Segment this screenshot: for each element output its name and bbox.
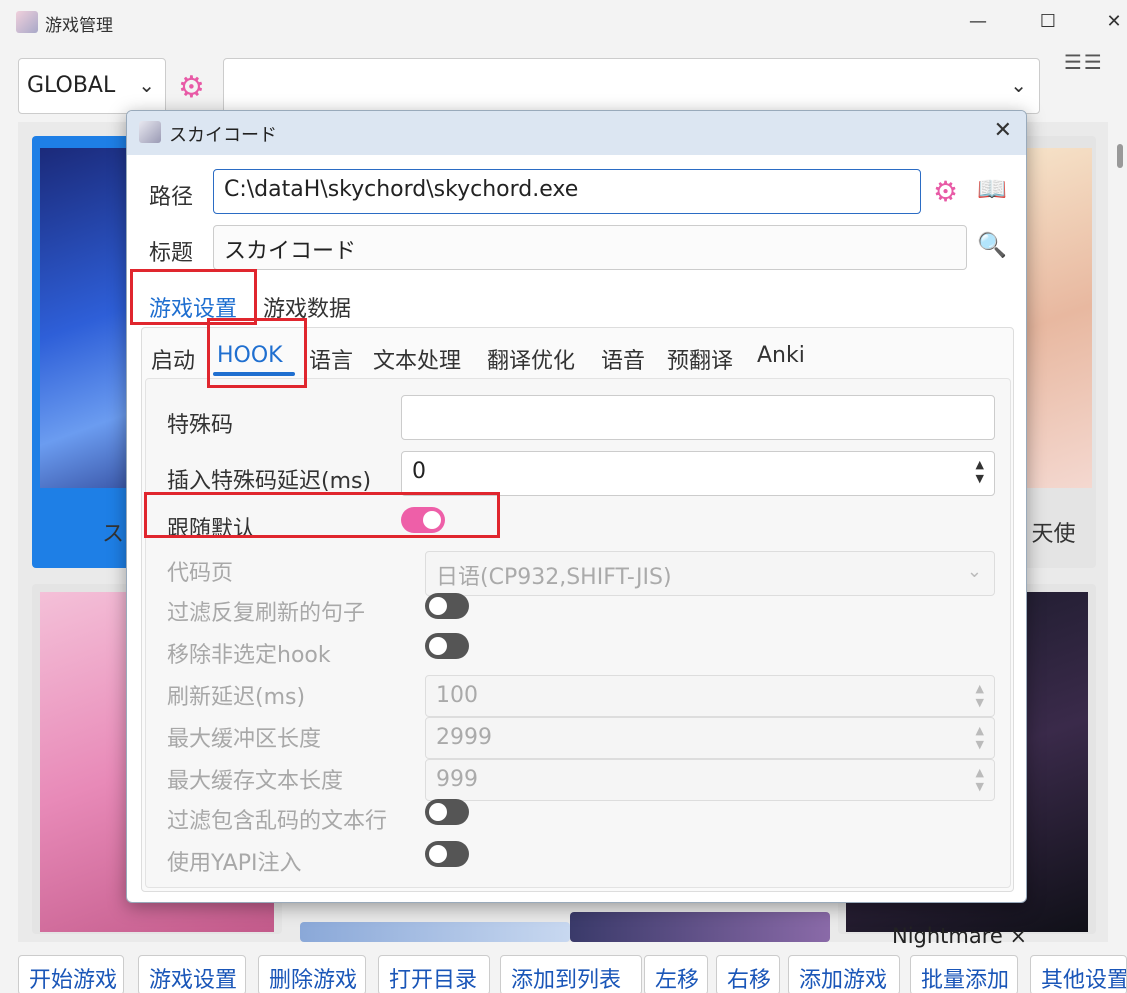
special-code-label: 特殊码 (167, 413, 234, 438)
dialog-app-icon (139, 121, 161, 143)
tab-pretranslate[interactable]: 预翻译 (667, 343, 733, 375)
highlight-box-game-settings-tab (130, 269, 257, 325)
add-game-button[interactable]: 添加游戏 (788, 955, 900, 993)
yapi-inject-label: 使用YAPI注入 (167, 851, 302, 876)
game-cover-image (570, 912, 830, 942)
filter-repeat-toggle[interactable] (425, 593, 469, 619)
yapi-inject-toggle[interactable] (425, 841, 469, 867)
search-icon[interactable]: 🔍 (977, 231, 1007, 259)
codepage-label: 代码页 (167, 561, 234, 586)
game-cover-image (300, 922, 570, 942)
codepage-select[interactable]: 日语(CP932,SHIFT-JIS) ⌄ (425, 551, 995, 596)
title-label: 标题 (149, 241, 194, 266)
spin-arrows-icon[interactable]: ▲ ▼ (976, 458, 984, 486)
dialog-titlebar: スカイコード ✕ (127, 111, 1026, 155)
open-folder-button[interactable]: 打开目录 (378, 955, 490, 993)
spin-arrows-icon: ▲ ▼ (975, 682, 984, 709)
game-cover-image (1022, 148, 1092, 488)
start-game-button[interactable]: 开始游戏 (18, 955, 124, 993)
gear-icon[interactable]: ⚙ (178, 70, 205, 105)
highlight-box-follow-default (144, 492, 500, 538)
filter-garbled-toggle[interactable] (425, 799, 469, 825)
refresh-delay-spinbox[interactable]: 100 ▲ ▼ (425, 675, 995, 717)
move-left-button[interactable]: 左移 (644, 955, 708, 993)
filter-repeat-label: 过滤反复刷新的句子 (167, 601, 366, 626)
delete-game-button[interactable]: 删除游戏 (258, 955, 366, 993)
batch-add-button[interactable]: 批量添加 (910, 955, 1018, 993)
max-buffer-spinbox[interactable]: 2999 ▲ ▼ (425, 717, 995, 759)
book-icon[interactable]: 📖 (977, 175, 1007, 203)
toolbar: GLOBAL ⌄ ⚙ ⌄ (18, 58, 1040, 114)
highlight-box-hook-tab (207, 318, 307, 388)
move-right-button[interactable]: 右移 (716, 955, 780, 993)
close-icon[interactable]: ✕ (994, 118, 1012, 143)
refresh-delay-label: 刷新延迟(ms) (167, 685, 306, 710)
window-titlebar: 游戏管理 — ☐ ✕ (0, 0, 1127, 44)
path-input[interactable]: C:\dataH\skychord\skychord.exe (213, 169, 921, 214)
codepage-value: 日语(CP932,SHIFT-JIS) (436, 565, 672, 590)
dialog-title: スカイコード (169, 125, 277, 146)
chevron-down-icon: ⌄ (138, 73, 155, 97)
tab-voice[interactable]: 语音 (601, 343, 645, 375)
path-label: 路径 (149, 185, 194, 210)
spin-arrows-icon: ▲ ▼ (975, 724, 984, 751)
tab-text-processing[interactable]: 文本处理 (373, 343, 461, 375)
refresh-delay-value: 100 (436, 683, 478, 708)
scrollbar-thumb[interactable] (1117, 144, 1123, 168)
title-input[interactable]: スカイコード (213, 225, 967, 270)
list-view-icon[interactable]: ☰☰ (1064, 50, 1104, 74)
chevron-down-icon: ⌄ (966, 561, 982, 582)
max-cache-value: 999 (436, 767, 478, 792)
remove-unselected-hook-label: 移除非选定hook (167, 643, 331, 668)
tab-anki[interactable]: Anki (757, 343, 805, 368)
toggle-knob (429, 845, 447, 863)
global-select-value: GLOBAL (27, 73, 116, 98)
chevron-down-icon: ⌄ (1010, 73, 1027, 97)
maximize-button[interactable]: ☐ (1028, 8, 1068, 36)
insert-delay-spinbox[interactable]: 0 ▲ ▼ (401, 451, 995, 496)
spin-arrows-icon: ▲ ▼ (975, 766, 984, 793)
minimize-button[interactable]: — (958, 8, 998, 36)
game-settings-button[interactable]: 游戏设置 (138, 955, 246, 993)
insert-delay-value: 0 (412, 459, 426, 484)
insert-delay-label: 插入特殊码延迟(ms) (167, 469, 372, 494)
other-settings-button[interactable]: 其他设置 (1030, 955, 1127, 993)
tab-language[interactable]: 语言 (309, 343, 353, 375)
tab-translation-optimize[interactable]: 翻译优化 (487, 343, 575, 375)
max-cache-spinbox[interactable]: 999 ▲ ▼ (425, 759, 995, 801)
filter-garbled-label: 过滤包含乱码的文本行 (167, 809, 388, 834)
add-to-list-button[interactable]: 添加到列表 (500, 955, 642, 993)
remove-unselected-hook-toggle[interactable] (425, 633, 469, 659)
toggle-knob (429, 597, 447, 615)
global-select[interactable]: GLOBAL ⌄ (18, 58, 166, 114)
game-list-combo[interactable]: ⌄ (223, 58, 1040, 114)
game-card[interactable]: I 天使 (1018, 136, 1096, 568)
scrollbar[interactable] (1112, 140, 1122, 940)
close-button[interactable]: ✕ (1094, 8, 1127, 36)
tab-launch[interactable]: 启动 (151, 343, 195, 375)
max-cache-label: 最大缓存文本长度 (167, 769, 344, 794)
special-code-input[interactable] (401, 395, 995, 440)
toggle-knob (429, 803, 447, 821)
max-buffer-label: 最大缓冲区长度 (167, 727, 322, 752)
toggle-knob (429, 637, 447, 655)
gear-icon[interactable]: ⚙ (933, 175, 958, 208)
bottom-button-bar: 开始游戏 游戏设置 删除游戏 打开目录 添加到列表 左移 右移 添加游戏 批量添… (18, 955, 1127, 993)
game-card-label: Nightmare × (892, 924, 1028, 948)
max-buffer-value: 2999 (436, 725, 492, 750)
window-title: 游戏管理 (45, 16, 113, 36)
app-icon (16, 11, 38, 33)
